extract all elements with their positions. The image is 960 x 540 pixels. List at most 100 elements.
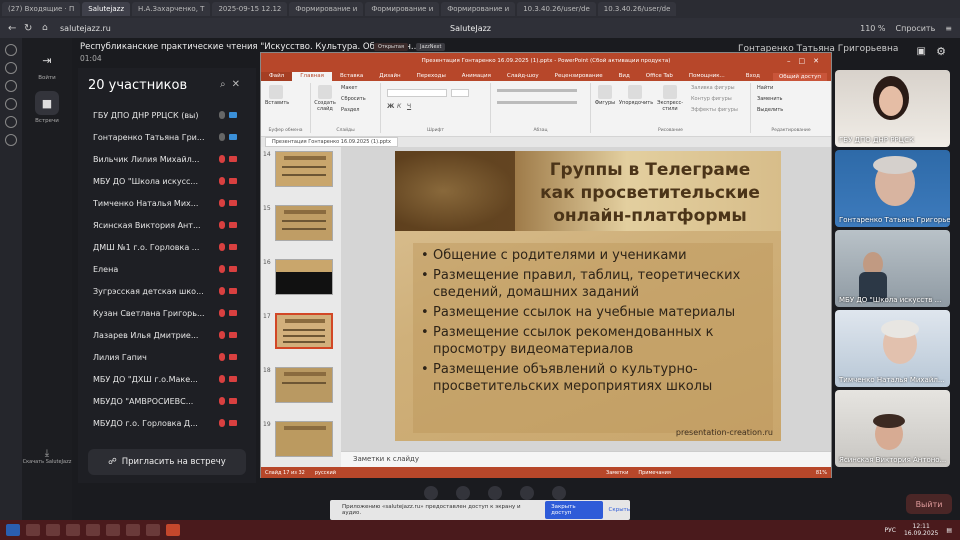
new-slide-button[interactable]: Создать слайд (313, 85, 337, 112)
participant-row[interactable]: Елена (93, 260, 253, 278)
browser-tab[interactable]: 10.3.40.26/user/de (597, 2, 677, 16)
share-screen-button[interactable] (488, 486, 502, 500)
video-tile[interactable]: Ясинская Виктория Антоно... (835, 390, 950, 467)
shape-outline-button[interactable]: Контур фигуры (691, 96, 732, 102)
shape-effects-button[interactable]: Эффекты фигуры (691, 107, 738, 113)
invite-button[interactable]: ☍ Пригласить на встречу (88, 449, 246, 475)
section-button[interactable]: Раздел (341, 107, 359, 113)
sidebar-app-icon[interactable] (5, 98, 17, 110)
current-slide[interactable]: Группы в Телеграме как просветительские … (395, 151, 781, 441)
home-icon[interactable]: ⌂ (42, 23, 48, 33)
participant-row[interactable]: Тимченко Наталья Мих... (93, 194, 253, 212)
slide-thumbnail[interactable] (275, 421, 333, 457)
participant-row[interactable]: МБУДО "АМВРОСИЕВС... (93, 392, 253, 410)
shape-fill-button[interactable]: Заливка фигуры (691, 85, 735, 91)
reload-icon[interactable]: ↻ (24, 23, 32, 34)
rail-item-login[interactable]: ⇥ Войти (22, 38, 72, 82)
menu-icon[interactable]: ≡ (945, 24, 952, 33)
taskbar-app-icon[interactable] (126, 524, 140, 536)
tab-assistant[interactable]: Помощник... (681, 72, 733, 81)
video-tile[interactable]: Тимченко Наталья Михайл... (835, 310, 950, 387)
layout-icon[interactable]: ▣ (917, 46, 926, 57)
participant-row[interactable]: Вильчик Лилия Михайл... (93, 150, 253, 168)
browser-tab[interactable]: 2025-09-15 12.12 (212, 2, 288, 16)
slide-thumbnail[interactable] (275, 367, 333, 403)
participant-row[interactable]: ГБУ ДПО ДНР РРЦСК (вы) (93, 106, 253, 124)
participant-row[interactable]: Лилия Гапич (93, 348, 253, 366)
participant-row[interactable]: Зугрэсская детская шко... (93, 282, 253, 300)
taskbar-app-icon[interactable] (106, 524, 120, 536)
notifications-icon[interactable]: ▤ (946, 527, 952, 534)
tab-design[interactable]: Дизайн (371, 72, 408, 81)
font-size-select[interactable] (451, 89, 469, 97)
browser-tab[interactable]: Формирование и (441, 2, 516, 16)
replace-button[interactable]: Заменить (757, 96, 783, 102)
italic-button[interactable]: К (397, 103, 401, 110)
tab-office-tab[interactable]: Office Tab (638, 72, 681, 81)
font-name-select[interactable] (387, 89, 447, 97)
search-icon[interactable]: ⌕ (220, 79, 232, 90)
reset-button[interactable]: Сбросить (341, 96, 366, 102)
tab-review[interactable]: Рецензирование (547, 72, 611, 81)
select-button[interactable]: Выделить (757, 107, 783, 113)
zoom-level[interactable]: 81% (816, 470, 827, 476)
mic-button[interactable] (424, 486, 438, 500)
list-buttons[interactable] (497, 89, 577, 92)
notes-toggle[interactable]: Заметки (606, 470, 628, 476)
taskbar-app-icon[interactable] (26, 524, 40, 536)
quick-styles-button[interactable]: Экспресс-стили (653, 85, 687, 112)
download-app-link[interactable]: ⤓ Скачать SaluteJazz (22, 448, 72, 465)
participant-row[interactable]: МБУ ДО "ДХШ г.о.Маке... (93, 370, 253, 388)
participant-row[interactable]: ДМШ №1 г.о. Горловка ... (93, 238, 253, 256)
sidebar-app-icon[interactable] (5, 134, 17, 146)
browser-tab[interactable]: Формирование и (289, 2, 364, 16)
video-tile[interactable]: Гонтаренко Татьяна Григорьевна (835, 150, 950, 227)
participant-row[interactable]: Лазарев Илья Дмитрие... (93, 326, 253, 344)
layout-button[interactable]: Макет (341, 85, 357, 91)
stop-sharing-button[interactable]: Закрыть доступ (545, 501, 603, 519)
sidebar-app-icon[interactable] (5, 62, 17, 74)
tab-animation[interactable]: Анимация (454, 72, 499, 81)
sidebar-app-icon[interactable] (5, 116, 17, 128)
reactions-button[interactable] (520, 486, 534, 500)
signin-link[interactable]: Вход (738, 72, 768, 81)
taskbar-app-icon[interactable] (86, 524, 100, 536)
align-buttons[interactable] (497, 101, 577, 104)
close-icon[interactable]: ✕ (232, 79, 246, 90)
slide-thumbnail[interactable] (275, 205, 333, 241)
browser-tab[interactable]: (27) Входящие · П (2, 2, 81, 16)
tab-insert[interactable]: Вставка (332, 72, 371, 81)
gear-icon[interactable]: ⚙ (936, 45, 946, 58)
browser-tab[interactable]: Н.А.Захарченко, Т (132, 2, 211, 16)
sidebar-app-icon[interactable] (5, 80, 17, 92)
video-tile[interactable]: ГБУ ДПО ДНР РРЦСК (835, 70, 950, 147)
hide-notice-button[interactable]: Скрыть (609, 507, 630, 513)
participant-row[interactable]: Ясинская Виктория Ант... (93, 216, 253, 234)
slide-thumbnail[interactable] (275, 151, 333, 187)
leave-meeting-button[interactable]: Выйти (906, 494, 952, 514)
back-arrow-icon[interactable]: ← (8, 23, 16, 34)
video-tile[interactable]: МБУ ДО "Школа искусств ... (835, 230, 950, 307)
participant-row[interactable]: МБУДО г.о. Горловка Д... (93, 414, 253, 432)
browser-tab[interactable]: Формирование и (365, 2, 440, 16)
language-indicator[interactable]: РУС (885, 527, 896, 534)
powerpoint-taskbar-icon[interactable] (166, 524, 180, 536)
sidebar-app-icon[interactable] (5, 44, 17, 56)
taskbar-app-icon[interactable] (66, 524, 80, 536)
tab-home[interactable]: Главная (292, 72, 332, 81)
tab-transitions[interactable]: Переходы (409, 72, 454, 81)
arrange-button[interactable]: Упорядочить (619, 85, 653, 106)
window-controls[interactable]: –□✕ (787, 57, 827, 65)
taskbar-app-icon[interactable] (146, 524, 160, 536)
url-field[interactable]: salutejazz.ru (60, 24, 111, 33)
ask-button[interactable]: Спросить (896, 24, 936, 33)
tab-view[interactable]: Вид (611, 72, 638, 81)
document-tab[interactable]: Презентация Гонтаренко 16.09.2025 (1).pp… (265, 137, 398, 147)
share-button[interactable]: Общий доступ (772, 73, 827, 81)
zoom-level[interactable]: 110 % (860, 24, 885, 33)
bold-button[interactable]: Ж (387, 103, 394, 110)
start-icon[interactable] (6, 524, 20, 536)
more-button[interactable] (552, 486, 566, 500)
camera-button[interactable] (456, 486, 470, 500)
slide-thumbnail[interactable] (275, 259, 333, 295)
